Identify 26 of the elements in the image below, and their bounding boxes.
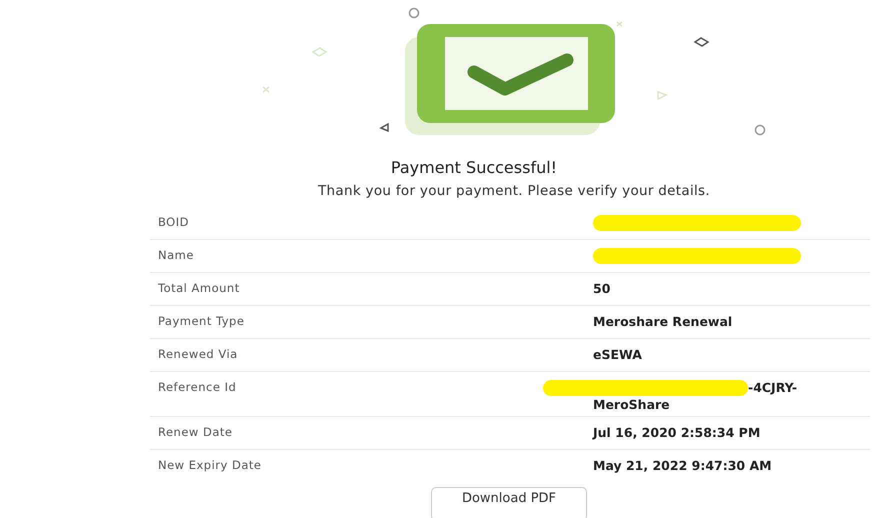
confetti-triangle-icon: [379, 122, 389, 132]
confetti-diamond-icon: [694, 37, 710, 47]
detail-label: BOID: [157, 214, 190, 231]
success-message: Thank you for your payment. Please verify your details.: [317, 183, 711, 199]
detail-value: 50: [593, 281, 610, 296]
detail-value: Meroshare Renewal: [593, 314, 732, 329]
detail-value: -4CJRY-MeroShare: [593, 380, 798, 412]
detail-label: Renewed Via: [157, 346, 239, 363]
detail-label: Total Amount: [157, 280, 241, 297]
detail-value: Jul 16, 2020 2:58:34 PM: [593, 425, 760, 440]
confetti-cross-icon: [616, 21, 623, 27]
confetti-circle-icon: [754, 124, 766, 136]
detail-label: Renew Date: [157, 424, 234, 441]
detail-value: eSEWA: [593, 347, 642, 362]
detail-label: Reference Id: [157, 379, 238, 396]
confetti-circle-icon: [408, 8, 420, 18]
confetti-cross-icon: [262, 86, 270, 93]
success-check-icon: [405, 24, 615, 135]
detail-label: Payment Type: [157, 313, 246, 330]
detail-label: Name: [157, 247, 195, 264]
success-title: Payment Successful!: [390, 158, 558, 177]
detail-value: May 21, 2022 9:47:30 AM: [593, 458, 772, 473]
download-pdf-button[interactable]: Download PDF: [430, 487, 588, 518]
confetti-diamond-icon: [312, 47, 328, 57]
detail-label: New Expiry Date: [157, 457, 262, 474]
confetti-triangle-icon: [657, 90, 668, 100]
